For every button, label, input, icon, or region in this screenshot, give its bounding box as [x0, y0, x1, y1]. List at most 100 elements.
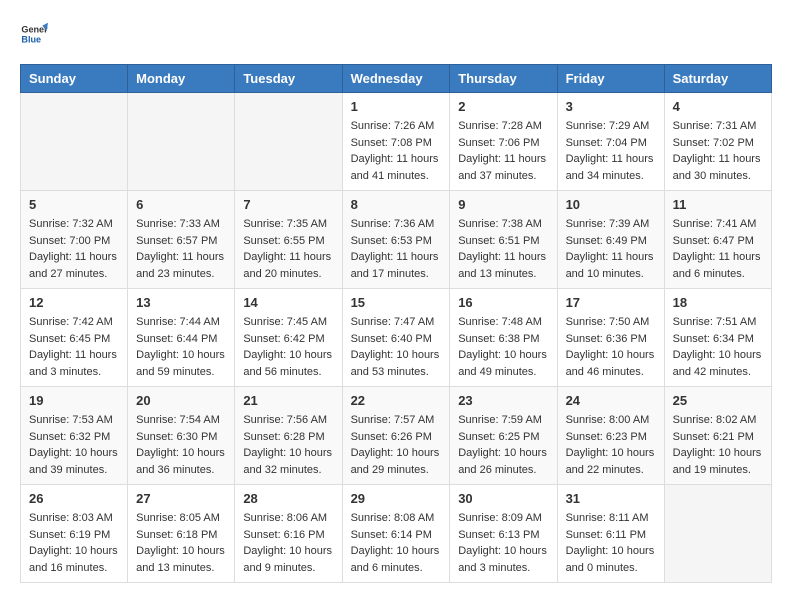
calendar-cell: 16Sunrise: 7:48 AM Sunset: 6:38 PM Dayli…: [450, 289, 557, 387]
day-number: 12: [29, 295, 119, 310]
calendar-cell: 8 Sunrise: 7:36 AM Sunset: 6:53 PM Daylig…: [342, 191, 450, 289]
day-number: 3: [566, 99, 656, 114]
day-info: Sunrise: 7:47 AM Sunset: 6:40 PM Dayligh…: [351, 314, 442, 380]
day-info: Sunrise: 7:48 AM Sunset: 6:38 PM Dayligh…: [458, 314, 548, 380]
day-number: 25: [673, 393, 763, 408]
weekday-header-saturday: Saturday: [664, 65, 771, 93]
calendar-cell: 15 Sunrise: 7:47 AM Sunset: 6:40 PM Dayli…: [342, 289, 450, 387]
calendar-cell: 13 Sunrise: 7:44 AM Sunset: 6:44 PM Dayli…: [128, 289, 235, 387]
day-number: 29: [351, 491, 442, 506]
day-number: 18: [673, 295, 763, 310]
calendar-cell: [128, 93, 235, 191]
calendar-cell: 14 Sunrise: 7:45 AM Sunset: 6:42 PM Dayli…: [235, 289, 342, 387]
day-info: Sunrise: 7:59 AM Sunset: 6:25 PM Dayligh…: [458, 412, 548, 478]
weekday-header-wednesday: Wednesday: [342, 65, 450, 93]
day-number: 28: [243, 491, 333, 506]
day-info: Sunrise: 8:02 AM Sunset: 6:21 PM Dayligh…: [673, 412, 763, 478]
day-info: Sunrise: 8:06 AM Sunset: 6:16 PM Dayligh…: [243, 510, 333, 576]
day-number: 14: [243, 295, 333, 310]
day-number: 4: [673, 99, 763, 114]
weekday-header-row: SundayMondayTuesdayWednesdayThursdayFrid…: [21, 65, 772, 93]
day-number: 30: [458, 491, 548, 506]
calendar-cell: 21 Sunrise: 7:56 AM Sunset: 6:28 PM Dayli…: [235, 387, 342, 485]
weekday-header-sunday: Sunday: [21, 65, 128, 93]
day-number: 15: [351, 295, 442, 310]
day-info: Sunrise: 7:39 AM Sunset: 6:49 PM Dayligh…: [566, 216, 656, 282]
calendar-cell: 1Sunrise: 7:26 AM Sunset: 7:08 PM Daylig…: [342, 93, 450, 191]
day-number: 17: [566, 295, 656, 310]
day-info: Sunrise: 7:35 AM Sunset: 6:55 PM Dayligh…: [243, 216, 333, 282]
calendar-cell: 17 Sunrise: 7:50 AM Sunset: 6:36 PM Dayli…: [557, 289, 664, 387]
svg-text:Blue: Blue: [21, 34, 41, 44]
calendar-cell: 18 Sunrise: 7:51 AM Sunset: 6:34 PM Dayli…: [664, 289, 771, 387]
day-number: 23: [458, 393, 548, 408]
calendar-cell: 25 Sunrise: 8:02 AM Sunset: 6:21 PM Dayli…: [664, 387, 771, 485]
day-number: 2: [458, 99, 548, 114]
calendar-cell: 22Sunrise: 7:57 AM Sunset: 6:26 PM Dayli…: [342, 387, 450, 485]
day-info: Sunrise: 7:36 AM Sunset: 6:53 PM Dayligh…: [351, 216, 442, 282]
calendar-cell: 19Sunrise: 7:53 AM Sunset: 6:32 PM Dayli…: [21, 387, 128, 485]
day-info: Sunrise: 7:41 AM Sunset: 6:47 PM Dayligh…: [673, 216, 763, 282]
calendar-cell: 4 Sunrise: 7:31 AM Sunset: 7:02 PM Daylig…: [664, 93, 771, 191]
calendar-cell: 2 Sunrise: 7:28 AM Sunset: 7:06 PM Daylig…: [450, 93, 557, 191]
weekday-header-monday: Monday: [128, 65, 235, 93]
day-info: Sunrise: 7:33 AM Sunset: 6:57 PM Dayligh…: [136, 216, 226, 282]
day-info: Sunrise: 7:54 AM Sunset: 6:30 PM Dayligh…: [136, 412, 226, 478]
day-info: Sunrise: 8:09 AM Sunset: 6:13 PM Dayligh…: [458, 510, 548, 576]
day-info: Sunrise: 7:51 AM Sunset: 6:34 PM Dayligh…: [673, 314, 763, 380]
day-info: Sunrise: 7:44 AM Sunset: 6:44 PM Dayligh…: [136, 314, 226, 380]
day-number: 10: [566, 197, 656, 212]
day-number: 13: [136, 295, 226, 310]
day-info: Sunrise: 7:45 AM Sunset: 6:42 PM Dayligh…: [243, 314, 333, 380]
logo-icon: General Blue: [20, 20, 48, 48]
calendar-table: SundayMondayTuesdayWednesdayThursdayFrid…: [20, 64, 772, 583]
week-row-4: 19Sunrise: 7:53 AM Sunset: 6:32 PM Dayli…: [21, 387, 772, 485]
calendar-cell: 26 Sunrise: 8:03 AM Sunset: 6:19 PM Dayli…: [21, 485, 128, 583]
calendar-cell: 9 Sunrise: 7:38 AM Sunset: 6:51 PM Daylig…: [450, 191, 557, 289]
calendar-cell: [664, 485, 771, 583]
day-info: Sunrise: 8:03 AM Sunset: 6:19 PM Dayligh…: [29, 510, 119, 576]
day-number: 26: [29, 491, 119, 506]
logo: General Blue: [20, 20, 48, 48]
calendar-cell: [21, 93, 128, 191]
week-row-2: 5Sunrise: 7:32 AM Sunset: 7:00 PM Daylig…: [21, 191, 772, 289]
day-info: Sunrise: 8:05 AM Sunset: 6:18 PM Dayligh…: [136, 510, 226, 576]
day-number: 21: [243, 393, 333, 408]
calendar-cell: 7Sunrise: 7:35 AM Sunset: 6:55 PM Daylig…: [235, 191, 342, 289]
day-info: Sunrise: 7:29 AM Sunset: 7:04 PM Dayligh…: [566, 118, 656, 184]
day-info: Sunrise: 7:56 AM Sunset: 6:28 PM Dayligh…: [243, 412, 333, 478]
calendar-cell: 11 Sunrise: 7:41 AM Sunset: 6:47 PM Dayli…: [664, 191, 771, 289]
day-number: 9: [458, 197, 548, 212]
calendar-cell: 27 Sunrise: 8:05 AM Sunset: 6:18 PM Dayli…: [128, 485, 235, 583]
day-info: Sunrise: 7:42 AM Sunset: 6:45 PM Dayligh…: [29, 314, 119, 380]
week-row-5: 26 Sunrise: 8:03 AM Sunset: 6:19 PM Dayli…: [21, 485, 772, 583]
day-number: 31: [566, 491, 656, 506]
calendar-cell: 28 Sunrise: 8:06 AM Sunset: 6:16 PM Dayli…: [235, 485, 342, 583]
day-number: 27: [136, 491, 226, 506]
calendar-cell: 29Sunrise: 8:08 AM Sunset: 6:14 PM Dayli…: [342, 485, 450, 583]
day-number: 11: [673, 197, 763, 212]
week-row-1: 1Sunrise: 7:26 AM Sunset: 7:08 PM Daylig…: [21, 93, 772, 191]
day-info: Sunrise: 7:31 AM Sunset: 7:02 PM Dayligh…: [673, 118, 763, 184]
day-number: 8: [351, 197, 442, 212]
weekday-header-friday: Friday: [557, 65, 664, 93]
calendar-cell: 6 Sunrise: 7:33 AM Sunset: 6:57 PM Daylig…: [128, 191, 235, 289]
day-number: 1: [351, 99, 442, 114]
weekday-header-thursday: Thursday: [450, 65, 557, 93]
day-info: Sunrise: 7:28 AM Sunset: 7:06 PM Dayligh…: [458, 118, 548, 184]
calendar-cell: 24Sunrise: 8:00 AM Sunset: 6:23 PM Dayli…: [557, 387, 664, 485]
day-number: 20: [136, 393, 226, 408]
day-number: 5: [29, 197, 119, 212]
weekday-header-tuesday: Tuesday: [235, 65, 342, 93]
day-info: Sunrise: 8:11 AM Sunset: 6:11 PM Dayligh…: [566, 510, 656, 576]
day-number: 19: [29, 393, 119, 408]
day-info: Sunrise: 8:00 AM Sunset: 6:23 PM Dayligh…: [566, 412, 656, 478]
day-number: 6: [136, 197, 226, 212]
day-info: Sunrise: 7:50 AM Sunset: 6:36 PM Dayligh…: [566, 314, 656, 380]
page-header: General Blue: [20, 20, 772, 48]
calendar-cell: 5Sunrise: 7:32 AM Sunset: 7:00 PM Daylig…: [21, 191, 128, 289]
week-row-3: 12 Sunrise: 7:42 AM Sunset: 6:45 PM Dayli…: [21, 289, 772, 387]
calendar-cell: 10 Sunrise: 7:39 AM Sunset: 6:49 PM Dayli…: [557, 191, 664, 289]
day-number: 22: [351, 393, 442, 408]
day-info: Sunrise: 7:38 AM Sunset: 6:51 PM Dayligh…: [458, 216, 548, 282]
